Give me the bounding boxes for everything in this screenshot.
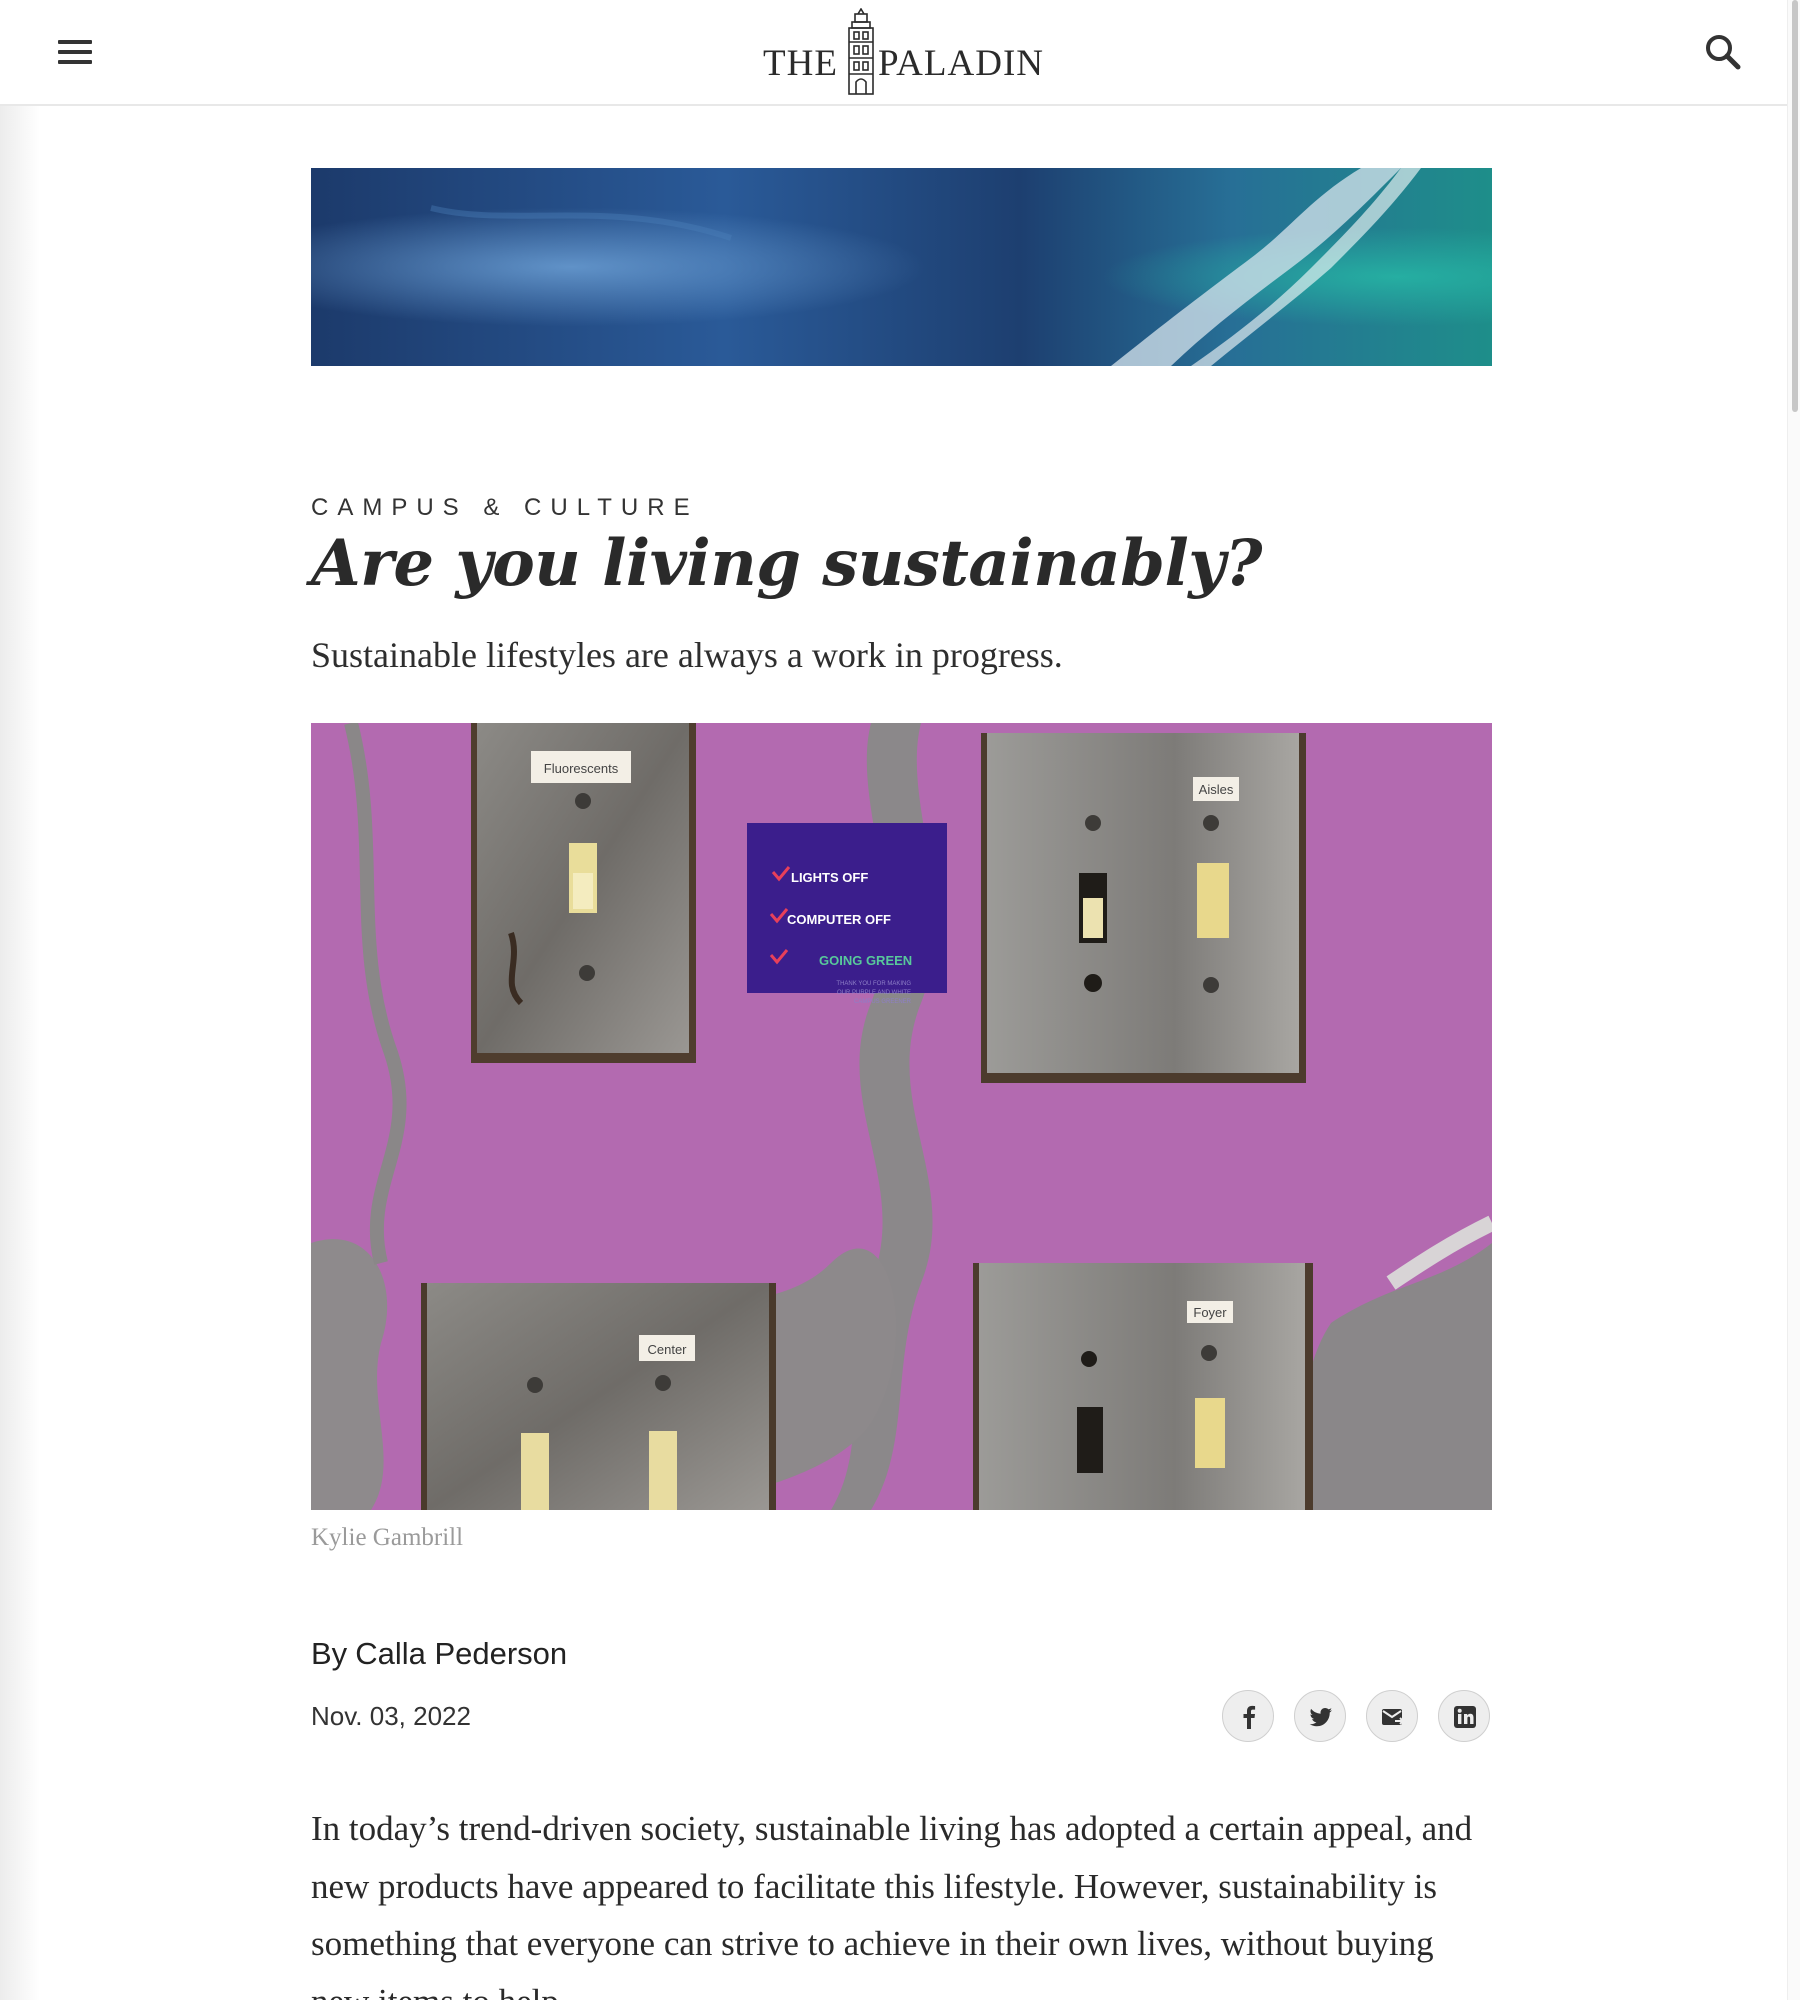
label-aisles: Aisles [1199, 782, 1234, 797]
article-subheadline: Sustainable lifestyles are always a work… [311, 635, 1063, 675]
logo-word-paladin: PALADIN [878, 43, 1044, 84]
page-edge-shadow [0, 0, 40, 2000]
share-twitter-button[interactable] [1294, 1690, 1346, 1742]
sign-line-1: LIGHTS OFF [791, 870, 868, 885]
byline-prefix: By [311, 1636, 348, 1671]
share-linkedin-button[interactable] [1438, 1690, 1490, 1742]
sign-small-1: THANK YOU FOR MAKING [836, 981, 911, 987]
site-header: THE PALADIN [0, 0, 1788, 106]
logo-word-the: THE [763, 43, 838, 84]
linkedin-icon [1454, 1706, 1476, 1728]
site-logo[interactable]: THE PALADIN [760, 6, 1043, 96]
publish-date: Nov. 03, 2022 [311, 1701, 471, 1731]
facebook-icon [1243, 1705, 1256, 1729]
sign-line-2: COMPUTER OFF [787, 912, 891, 927]
label-foyer: Foyer [1193, 1305, 1227, 1320]
ocean-banner-image [311, 168, 1492, 366]
scrollbar-thumb[interactable] [1792, 0, 1798, 412]
light-switches-photo: Fluorescents Aisles LIGHTS OFF COMPUTER … [311, 723, 1492, 1510]
photo-credit: Kylie Gambrill [311, 1524, 464, 1551]
twitter-icon [1309, 1708, 1332, 1727]
clock-tower-logo-icon [848, 8, 874, 95]
sign-line-3: GOING GREEN [819, 953, 912, 968]
section-kicker[interactable]: CAMPUS & CULTURE [311, 494, 699, 522]
email-icon [1382, 1709, 1405, 1725]
article-headline: Are you living sustainably? [311, 526, 1262, 601]
share-email-button[interactable] [1366, 1690, 1418, 1742]
author-link[interactable]: Calla Pederson [355, 1636, 567, 1671]
sign-small-3: CAMPUS GREENER [854, 999, 912, 1005]
label-center: Center [647, 1342, 687, 1357]
label-fluorescents: Fluorescents [544, 761, 619, 776]
hamburger-menu-icon[interactable] [56, 36, 96, 68]
article-body-paragraph: In today’s trend-driven society, sustain… [311, 1809, 1473, 2000]
scrollbar-track[interactable] [1787, 0, 1800, 2000]
share-facebook-button[interactable] [1222, 1690, 1274, 1742]
sign-small-2: OUR PURPLE AND WHITE [837, 990, 911, 996]
byline: By Calla Pederson [311, 1636, 567, 1672]
search-icon[interactable] [1700, 30, 1748, 74]
